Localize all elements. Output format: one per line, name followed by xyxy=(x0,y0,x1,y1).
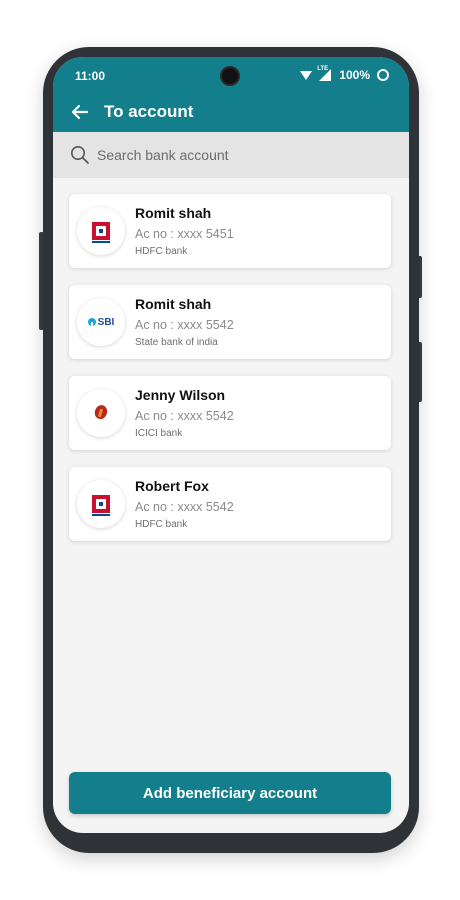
arrow-left-icon[interactable] xyxy=(71,103,89,121)
phone-screen: 11:00 LTE 100% To account Romit shah xyxy=(53,57,409,833)
battery-icon xyxy=(377,69,389,81)
bank-logo: SBI xyxy=(77,298,125,346)
status-indicators: LTE 100% xyxy=(300,66,389,82)
bank-logo xyxy=(77,480,125,528)
account-card[interactable]: Jenny Wilson Ac no : xxxx 5542 ICICI ban… xyxy=(69,376,391,450)
network-type: LTE xyxy=(317,66,329,72)
app-bar: To account xyxy=(53,92,409,132)
front-camera xyxy=(220,66,240,86)
add-beneficiary-button[interactable]: Add beneficiary account xyxy=(69,772,391,814)
hdfc-logo-icon xyxy=(92,222,110,243)
status-time: 11:00 xyxy=(75,69,106,83)
account-card[interactable]: SBI Romit shah Ac no : xxxx 5542 State b… xyxy=(69,285,391,359)
account-number: Ac no : xxxx 5542 xyxy=(135,500,234,514)
account-holder-name: Romit shah xyxy=(135,296,212,312)
search-bar xyxy=(53,132,409,178)
account-number: Ac no : xxxx 5542 xyxy=(135,409,234,423)
battery-percent: 100% xyxy=(339,68,370,82)
search-icon xyxy=(71,146,89,164)
sbi-logo-icon: SBI xyxy=(87,316,115,328)
account-number: Ac no : xxxx 5542 xyxy=(135,318,234,332)
bank-name: HDFC bank xyxy=(135,246,188,257)
account-list: Romit shah Ac no : xxxx 5451 HDFC bank S… xyxy=(69,194,391,558)
account-card[interactable]: Robert Fox Ac no : xxxx 5542 HDFC bank xyxy=(69,467,391,541)
bank-logo xyxy=(77,389,125,437)
signal-icon: LTE xyxy=(317,66,332,81)
wifi-icon xyxy=(300,70,313,80)
bank-logo xyxy=(77,207,125,255)
icici-logo-icon xyxy=(94,405,108,421)
account-card[interactable]: Romit shah Ac no : xxxx 5451 HDFC bank xyxy=(69,194,391,268)
sbi-logo-text: SBI xyxy=(97,316,115,328)
account-number: Ac no : xxxx 5451 xyxy=(135,227,234,241)
page-title: To account xyxy=(104,102,194,121)
account-holder-name: Robert Fox xyxy=(135,478,209,494)
bank-name: ICICI bank xyxy=(135,428,183,439)
hdfc-logo-icon xyxy=(92,495,110,516)
account-holder-name: Jenny Wilson xyxy=(135,387,226,403)
search-input[interactable] xyxy=(97,141,387,169)
account-holder-name: Romit shah xyxy=(135,205,212,221)
bank-name: State bank of india xyxy=(135,337,218,348)
bank-name: HDFC bank xyxy=(135,519,188,530)
status-bar: 11:00 LTE 100% xyxy=(53,57,409,92)
